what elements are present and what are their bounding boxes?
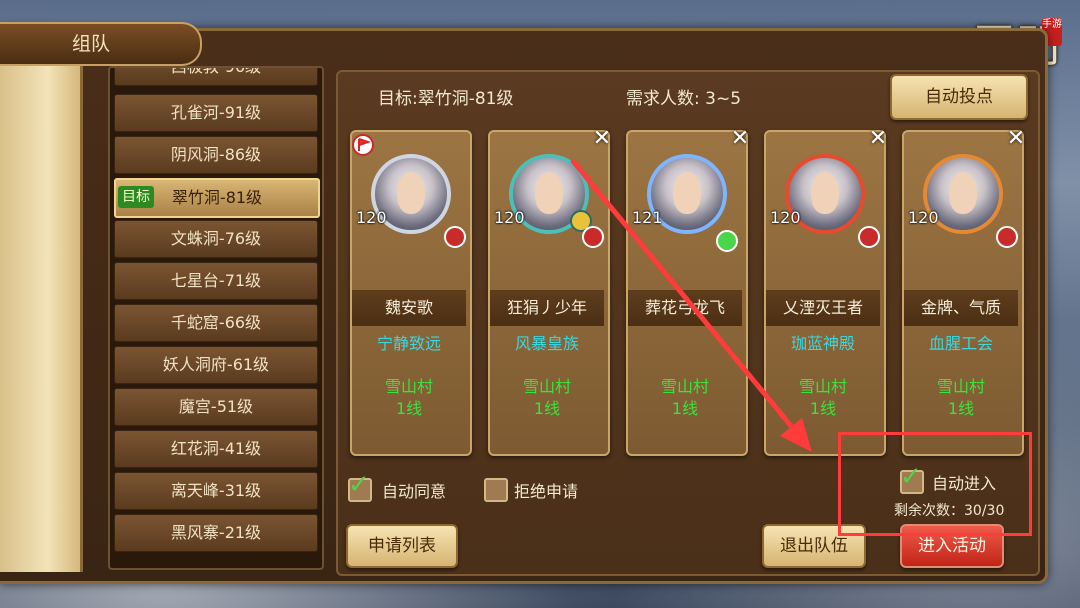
class-icon bbox=[582, 226, 604, 248]
member-level: 120 bbox=[908, 208, 939, 227]
auto-agree-label: 自动同意 bbox=[382, 482, 447, 501]
member-level: 120 bbox=[494, 208, 525, 227]
class-icon bbox=[858, 226, 880, 248]
class-icon bbox=[444, 226, 466, 248]
list-item[interactable]: 阴风洞-86级 bbox=[114, 136, 318, 174]
member-location: 雪山村 1线 bbox=[522, 377, 571, 418]
list-item[interactable]: 妖人洞府-61级 bbox=[114, 346, 318, 384]
highlight-box bbox=[838, 432, 1032, 536]
member-location: 雪山村 1线 bbox=[384, 377, 433, 418]
reject-label: 拒绝申请 bbox=[514, 482, 579, 501]
list-item[interactable]: 西极教-96级 bbox=[114, 68, 318, 86]
kick-close-icon[interactable]: ✕ bbox=[590, 128, 614, 152]
member-level: 120 bbox=[356, 208, 387, 227]
kick-close-icon[interactable]: ✕ bbox=[866, 128, 890, 152]
member-guild: 风暴皇族 bbox=[514, 334, 579, 353]
member-guild: 血腥工会 bbox=[928, 334, 993, 353]
target-dungeon: 目标:翠竹洞-81级 bbox=[378, 89, 514, 109]
list-item[interactable]: 千蛇窟-66级 bbox=[114, 304, 318, 342]
member-location: 雪山村 1线 bbox=[936, 377, 985, 418]
member-card[interactable]: ✕ 120 金牌、气质 血腥工会 雪山村 1线 bbox=[902, 128, 1025, 456]
list-item-selected[interactable]: 目标 翠竹洞-81级 bbox=[114, 178, 320, 218]
member-guild: 珈蓝神殿 bbox=[790, 334, 855, 353]
class-icon bbox=[996, 226, 1018, 248]
kick-close-icon[interactable]: ✕ bbox=[728, 128, 752, 152]
list-item[interactable]: 孔雀河-91级 bbox=[114, 94, 318, 132]
list-item[interactable]: 文蛛洞-76级 bbox=[114, 220, 318, 258]
required-count: 需求人数: 3~5 bbox=[626, 89, 742, 109]
list-item[interactable]: 离天峰-31级 bbox=[114, 472, 318, 510]
kick-close-icon[interactable]: ✕ bbox=[1004, 128, 1028, 152]
class-icon bbox=[716, 230, 738, 252]
member-location: 雪山村 1线 bbox=[660, 377, 709, 418]
member-level: 121 bbox=[632, 208, 663, 227]
member-location: 雪山村 1线 bbox=[798, 377, 847, 418]
decorative-scroll bbox=[0, 62, 83, 572]
member-card[interactable]: 120 魏安歌 宁静致远 雪山村 1线 bbox=[350, 130, 472, 456]
member-name: 葬花弓龙飞 bbox=[628, 290, 742, 326]
list-item[interactable]: 红花洞-41级 bbox=[114, 430, 318, 468]
member-name: 魏安歌 bbox=[352, 290, 466, 326]
list-item[interactable]: 黑风寨-21级 bbox=[114, 514, 318, 552]
auto-dice-button[interactable]: 自动投点 bbox=[890, 74, 1028, 120]
apply-list-button[interactable]: 申请列表 bbox=[346, 524, 458, 568]
member-card[interactable]: ✕ 121 葬花弓龙飞 雪山村 1线 bbox=[626, 128, 749, 456]
list-item[interactable]: 七星台-71级 bbox=[114, 262, 318, 300]
auto-agree-checkbox[interactable]: ✓ bbox=[348, 470, 372, 502]
member-guild: 宁静致远 bbox=[376, 334, 441, 353]
member-name: 乂湮灭王者 bbox=[766, 290, 880, 326]
dungeon-list[interactable]: 西极教-96级 孔雀河-91级 阴风洞-86级 目标 翠竹洞-81级 文蛛洞-7… bbox=[108, 66, 324, 570]
member-card[interactable]: ✕ 120 乂湮灭王者 珈蓝神殿 雪山村 1线 bbox=[764, 128, 887, 456]
panel-title: 组队 bbox=[0, 22, 202, 66]
member-level: 120 bbox=[770, 208, 801, 227]
member-name: 狂狷丿少年 bbox=[490, 290, 604, 326]
leader-flag-icon bbox=[352, 134, 374, 156]
list-item[interactable]: 魔宫-51级 bbox=[114, 388, 318, 426]
member-card[interactable]: ✕ 120 狂狷丿少年 风暴皇族 雪山村 1线 bbox=[488, 128, 611, 456]
reject-checkbox[interactable] bbox=[484, 478, 508, 502]
target-badge: 目标 bbox=[118, 186, 154, 208]
member-name: 金牌、气质 bbox=[904, 290, 1018, 326]
check-icon: ✓ bbox=[348, 470, 370, 500]
